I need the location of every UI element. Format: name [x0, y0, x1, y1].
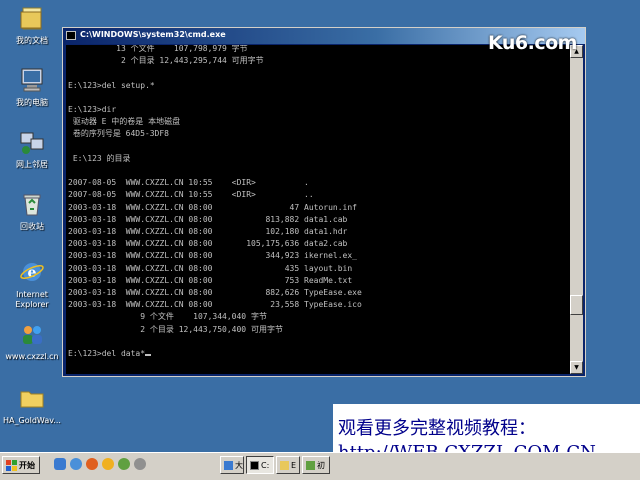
terminal-line: 2003-03-18 WWW.CXZZL.CN 08:00 344,923 ik…	[68, 251, 357, 261]
desktop-icon-label: 网上邻居	[16, 160, 48, 169]
scroll-thumb[interactable]	[570, 295, 583, 315]
terminal-line: 2003-03-18 WWW.CXZZL.CN 08:00 47 Autorun…	[68, 202, 357, 212]
terminal-line: 2003-03-18 WWW.CXZZL.CN 08:00 882,626 Ty…	[68, 288, 362, 298]
windows-logo-icon	[6, 459, 17, 471]
terminal-line: 9 个文件 107,344,040 字节	[68, 312, 267, 322]
desktop-icon-goldwave[interactable]: HA_GoldWav...	[2, 382, 62, 426]
cmd-icon	[250, 460, 259, 470]
terminal-line: 2 个目录 12,443,750,400 可用字节	[68, 324, 283, 334]
terminal-line: 驱动器 E 中的卷是 本地磁盘	[68, 117, 181, 127]
terminal-line: 2003-03-18 WWW.CXZZL.CN 08:00 813,882 da…	[68, 214, 348, 224]
terminal-line: E:\123>del data*	[68, 348, 362, 360]
task-button-3[interactable]: E	[276, 456, 300, 474]
terminal-line: 2003-03-18 WWW.CXZZL.CN 08:00 102,180 da…	[68, 227, 348, 237]
terminal-line: 2003-03-18 WWW.CXZZL.CN 08:00 23,558 Typ…	[68, 300, 362, 310]
desktop-icon-network-places[interactable]: 网上邻居	[2, 126, 62, 170]
terminal-line: E:\123>del setup.*	[68, 80, 155, 90]
desktop-icon-label: HA_GoldWav...	[3, 416, 61, 425]
desktop-icon-my-computer[interactable]: 我的电脑	[2, 64, 62, 108]
folder-icon	[16, 382, 48, 414]
desktop-icon-label: www.cxzzl.cn	[5, 352, 59, 361]
folder-icon	[280, 460, 289, 470]
desktop-icon-label: Internet	[16, 290, 48, 299]
desktop-icon-my-documents[interactable]: 我的文档	[2, 2, 62, 46]
terminal-line: 2007-08-05 WWW.CXZZL.CN 10:55 <DIR> ..	[68, 190, 314, 200]
task-label: C:	[261, 460, 270, 470]
task-button-1[interactable]: 大	[220, 456, 244, 474]
desktop-icon-label: 回收站	[20, 222, 44, 231]
text-cursor	[145, 354, 152, 357]
terminal-line: E:\123>dir	[68, 105, 117, 115]
terminal-line: 2003-03-18 WWW.CXZZL.CN 08:00 105,175,63…	[68, 239, 348, 249]
task-button-4[interactable]: 初	[302, 456, 330, 474]
quicklaunch-player-icon[interactable]	[102, 458, 114, 470]
desktop-icon-recycle-bin[interactable]: 回收站	[2, 188, 62, 232]
desktop-icon-label: 我的文档	[16, 36, 48, 45]
terminal-line: 卷的序列号是 64D5-3DF8	[68, 129, 169, 139]
vertical-scrollbar[interactable]: ▲ ▼	[570, 45, 583, 374]
network-places-icon	[16, 126, 48, 158]
task-label: E	[291, 460, 297, 470]
quicklaunch-app-icon[interactable]	[118, 458, 130, 470]
my-computer-icon	[16, 64, 48, 96]
terminal-line: 13 个文件 107,798,979 字节	[68, 45, 248, 53]
recycle-bin-icon	[16, 188, 48, 220]
terminal-line: E:\123 的目录	[68, 153, 131, 163]
quicklaunch-media-icon[interactable]	[86, 458, 98, 470]
terminal-line: 2 个目录 12,443,295,744 可用字节	[68, 56, 264, 66]
desktop-icon-internet-explorer[interactable]: e Internet Explorer	[2, 256, 62, 310]
terminal-line: 2003-03-18 WWW.CXZZL.CN 08:00 435 layout…	[68, 263, 353, 273]
taskbar: 开始 大 C: E 初	[0, 452, 640, 480]
terminal-line: 2007-08-05 WWW.CXZZL.CN 10:55 <DIR> .	[68, 178, 309, 188]
users-icon	[16, 318, 48, 350]
scroll-down-button[interactable]: ▼	[570, 361, 583, 374]
task-label: 大	[235, 460, 243, 470]
logo-text: Ku6.com	[488, 32, 577, 54]
desktop-icon-www-cxzzl[interactable]: www.cxzzl.cn	[2, 318, 62, 362]
banner-line1: 观看更多完整视频教程：	[338, 418, 536, 439]
cmd-window[interactable]: C:\WINDOWS\system32\cmd.exe 13 个文件 107,7…	[62, 27, 586, 377]
quicklaunch-desktop-icon[interactable]	[54, 458, 66, 470]
my-documents-icon	[16, 2, 48, 34]
cmd-icon	[66, 31, 76, 40]
app-icon	[306, 460, 315, 470]
quicklaunch-app2-icon[interactable]	[134, 458, 146, 470]
start-label: 开始	[19, 460, 35, 470]
terminal-line: 2003-03-18 WWW.CXZZL.CN 08:00 753 ReadMe…	[68, 275, 353, 285]
cmd-title: C:\WINDOWS\system32\cmd.exe	[80, 30, 226, 39]
ku6-logo: Ku6.com	[488, 32, 577, 54]
start-button[interactable]: 开始	[2, 456, 40, 474]
quicklaunch-ie-icon[interactable]	[70, 458, 82, 470]
terminal-output: 13 个文件 107,798,979 字节 2 个目录 12,443,295,7…	[68, 45, 362, 360]
desktop-icon-label: 我的电脑	[16, 98, 48, 107]
window-icon	[224, 460, 233, 470]
desktop-icon-label-line2: Explorer	[15, 300, 49, 309]
task-label: 初	[317, 460, 325, 470]
task-button-cmd[interactable]: C:	[246, 456, 274, 474]
internet-explorer-icon: e	[16, 256, 48, 288]
terminal-area[interactable]: 13 个文件 107,798,979 字节 2 个目录 12,443,295,7…	[66, 45, 570, 374]
